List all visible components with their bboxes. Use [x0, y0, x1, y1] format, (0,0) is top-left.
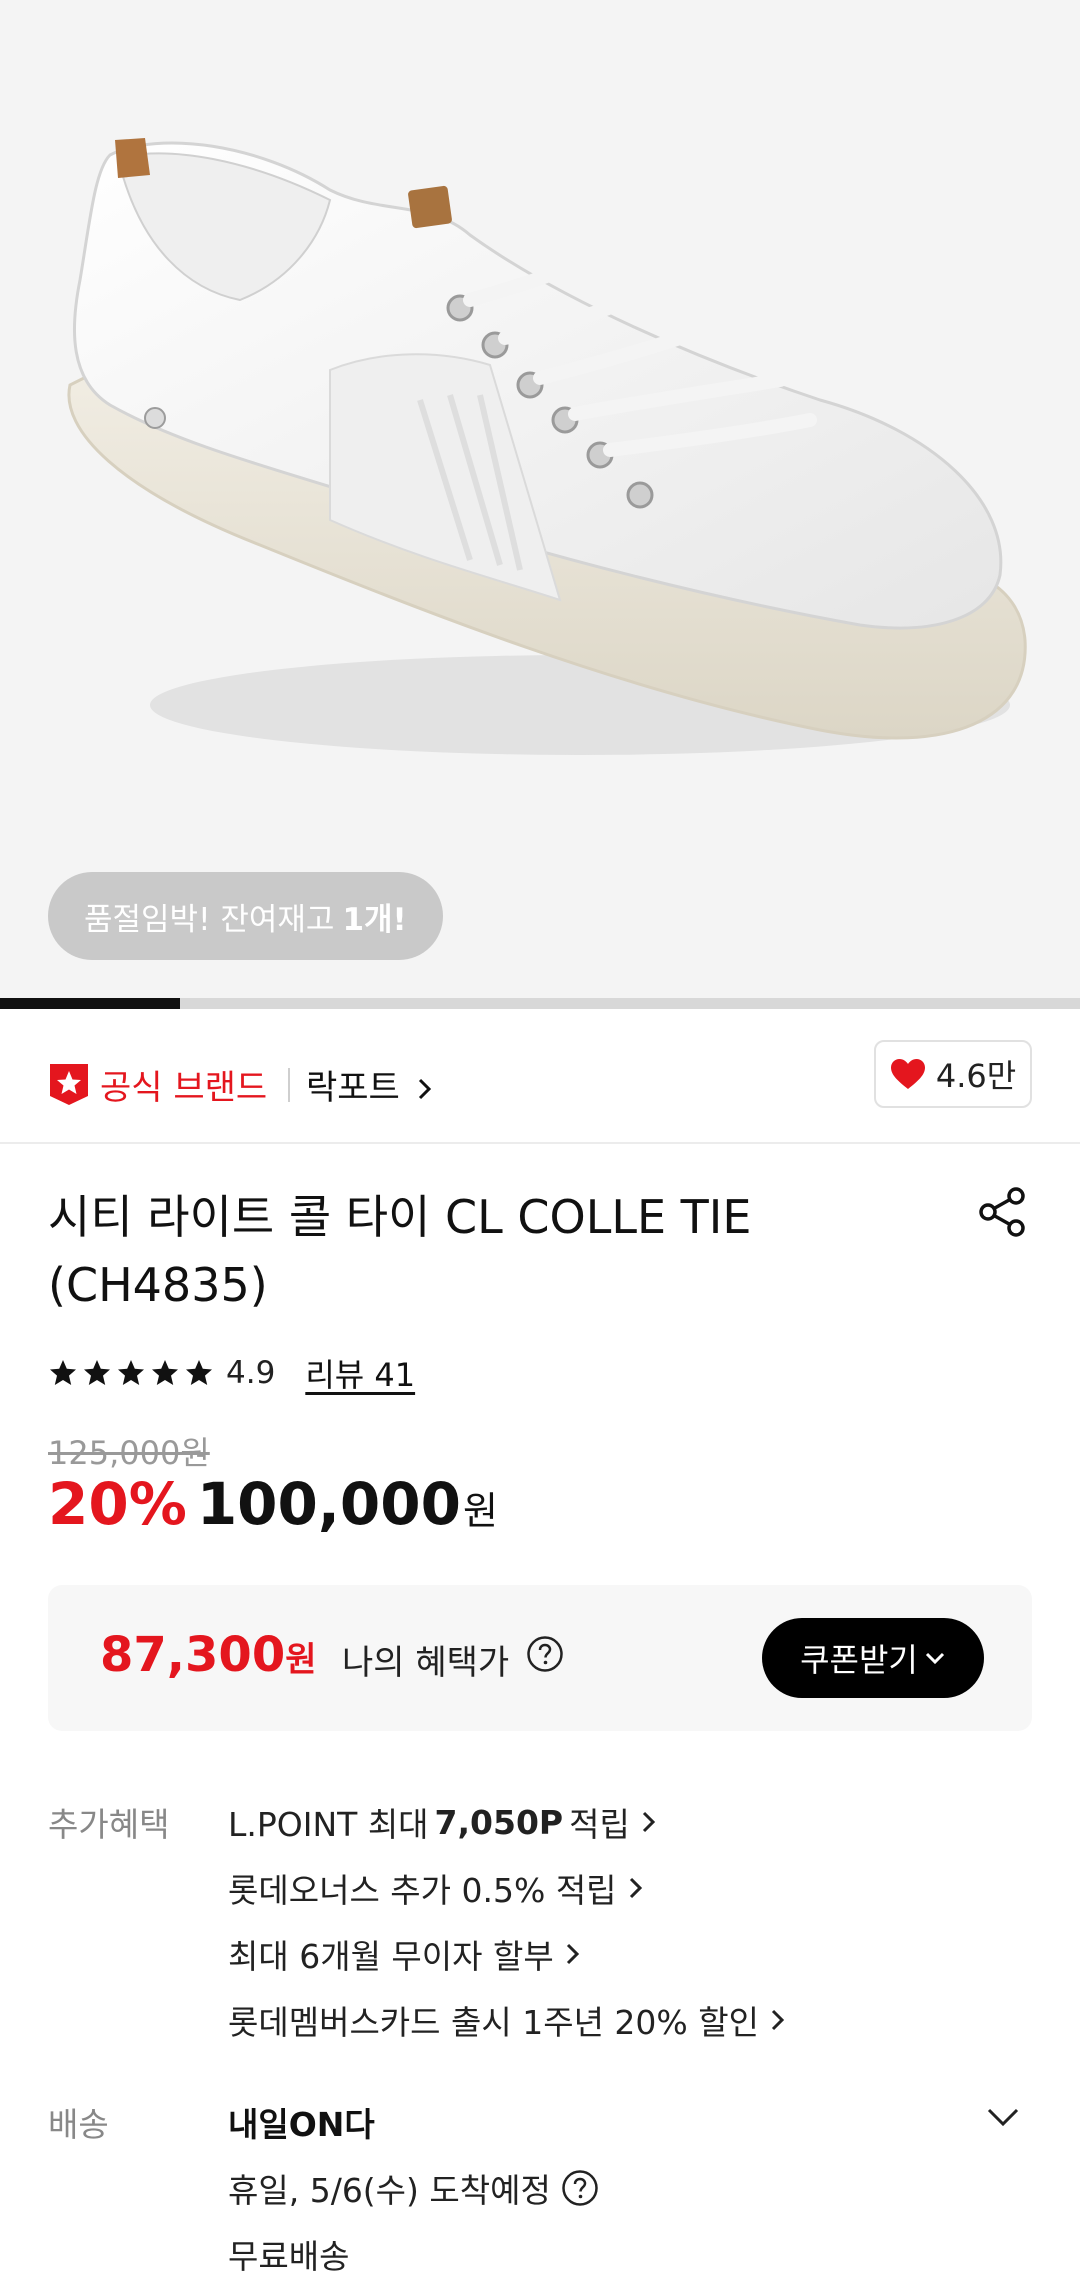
chevron-right-icon	[629, 1877, 642, 1899]
chevron-down-icon	[925, 1652, 944, 1665]
coupon-button-label: 쿠폰받기	[800, 1641, 918, 1679]
discount-rate: 20%	[48, 1470, 187, 1538]
brand-name: 락포트	[306, 1068, 400, 1108]
badge-star-icon	[50, 1064, 88, 1105]
rating-score: 4.9	[226, 1355, 276, 1391]
star-icon	[118, 1360, 144, 1385]
benefit-lpoint-suffix: 적립	[569, 1805, 630, 1844]
delivery-title: 내일ON다	[228, 2105, 375, 2144]
benefit-item-installment[interactable]: 최대 6개월 무이자 할부	[228, 1930, 582, 1978]
chevron-down-icon[interactable]	[984, 2105, 1022, 2131]
gallery-progress-bar	[0, 998, 1080, 1009]
currency-unit: 원	[463, 1489, 498, 1533]
delivery-arrival: 휴일, 5/6(수) 도착예정	[228, 2164, 599, 2212]
section-divider	[0, 1142, 1080, 1144]
delivery-label: 배송	[48, 2105, 109, 2144]
benefit-price: 87,300 원	[100, 1627, 317, 1683]
brand-link[interactable]: 락포트	[306, 1060, 433, 1109]
question-icon[interactable]	[526, 1635, 564, 1673]
original-price: 125,000원	[48, 1434, 210, 1472]
benefits-label: 추가혜택	[48, 1805, 170, 1844]
like-count: 4.6만	[935, 1057, 1017, 1095]
sale-price: 100,000	[196, 1470, 461, 1538]
gallery-progress-fill	[0, 998, 180, 1009]
heart-icon	[890, 1059, 925, 1089]
benefit-price-label: 나의 혜택가	[342, 1643, 510, 1683]
delivery-arrival-text: 휴일, 5/6(수) 도착예정	[228, 2171, 551, 2210]
my-benefit-box: 87,300 원 나의 혜택가 쿠폰받기	[48, 1585, 1032, 1731]
star-icon	[186, 1360, 212, 1385]
rating-row: 4.9 리뷰 41	[48, 1350, 415, 1396]
stock-notice-text: 품절임박! 잔여재고	[84, 901, 335, 938]
rating-stars	[48, 1358, 214, 1388]
product-image[interactable]: 품절임박! 잔여재고 1개!	[0, 0, 1080, 998]
question-icon[interactable]	[561, 2169, 599, 2207]
review-link[interactable]: 리뷰 41	[305, 1350, 415, 1396]
official-brand-label: 공식 브랜드	[100, 1068, 268, 1108]
benefit-lpoint-points: 7,050P	[434, 1802, 564, 1842]
benefit-installment-text: 최대 6개월 무이자 할부	[228, 1937, 554, 1976]
stock-notice-badge: 품절임박! 잔여재고 1개!	[48, 872, 443, 960]
brand-row: 공식 브랜드 락포트 4.6만	[48, 1040, 1032, 1126]
star-icon	[50, 1360, 76, 1385]
divider	[288, 1068, 290, 1102]
benefit-lpoint-prefix: L.POINT 최대	[228, 1805, 429, 1844]
benefit-price-unit: 원	[285, 1640, 317, 1680]
price-row: 20% 100,000 원	[48, 1470, 498, 1538]
chevron-right-icon	[771, 2009, 785, 2031]
chevron-right-icon	[642, 1811, 655, 1833]
star-icon	[152, 1360, 178, 1385]
chevron-right-icon	[418, 1078, 431, 1100]
like-button[interactable]: 4.6만	[874, 1040, 1032, 1108]
chevron-right-icon	[566, 1943, 579, 1965]
benefit-price-value: 87,300	[100, 1627, 286, 1683]
star-icon	[84, 1360, 110, 1385]
benefit-item-card[interactable]: 롯데멤버스카드 출시 1주년 20% 할인	[228, 1996, 787, 2044]
benefit-item-lpoint[interactable]: L.POINT 최대 7,050P 적립	[228, 1798, 658, 1846]
benefit-lotteoners-text: 롯데오너스 추가 0.5% 적립	[228, 1871, 617, 1910]
coupon-button[interactable]: 쿠폰받기	[762, 1618, 984, 1698]
stock-count: 1개!	[342, 901, 407, 938]
share-icon[interactable]	[976, 1186, 1028, 1238]
benefit-card-text: 롯데멤버스카드 출시 1주년 20% 할인	[228, 2003, 759, 2042]
benefit-item-lotteoners[interactable]: 롯데오너스 추가 0.5% 적립	[228, 1864, 645, 1912]
delivery-fee: 무료배송	[228, 2237, 350, 2276]
product-title: 시티 라이트 콜 타이 CL COLLE TIE (CH4835)	[48, 1190, 752, 1312]
shoe-illustration	[67, 138, 1027, 755]
